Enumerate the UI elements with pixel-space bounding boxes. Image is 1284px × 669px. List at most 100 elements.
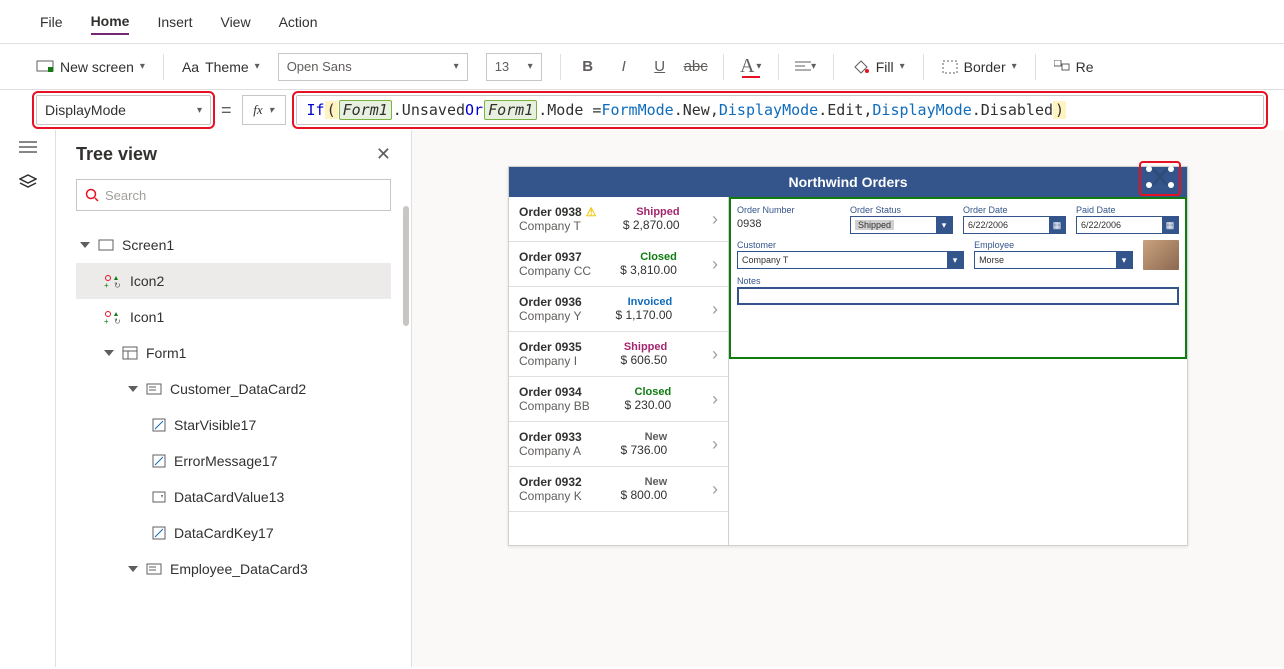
order-row[interactable]: Order 0934Company BBClosed$ 230.00›: [509, 377, 728, 422]
menu-file[interactable]: File: [40, 10, 63, 34]
order-row[interactable]: Order 0937Company CCClosed$ 3,810.00›: [509, 242, 728, 287]
chevron-down-icon: ▾: [528, 61, 533, 72]
menu-view[interactable]: View: [220, 10, 250, 34]
customer-select[interactable]: Company T▾: [737, 251, 964, 269]
chevron-down-icon: ▾: [454, 61, 459, 72]
separator: [778, 54, 779, 80]
screen-icon: [36, 60, 54, 74]
caret-icon: [104, 350, 114, 356]
tree-item-datacardvalue[interactable]: DataCardValue13: [76, 479, 391, 515]
svg-text:+: +: [104, 317, 109, 324]
tree-item-starvisible[interactable]: StarVisible17: [76, 407, 391, 443]
tree-item-form1[interactable]: Form1: [76, 335, 391, 371]
tree-item-errormessage[interactable]: ErrorMessage17: [76, 443, 391, 479]
caret-icon: [128, 566, 138, 572]
chevron-right-icon: ›: [712, 389, 718, 410]
order-amount: $ 800.00: [621, 488, 668, 502]
chevron-down-icon: ▾: [936, 216, 952, 234]
paid-date-input[interactable]: 6/22/2006▦: [1076, 216, 1179, 234]
menu-action[interactable]: Action: [279, 10, 318, 34]
font-select[interactable]: Open Sans ▾: [278, 53, 468, 81]
reorder-label: Re: [1076, 59, 1094, 75]
tree-search-input[interactable]: Search: [76, 179, 391, 211]
chevron-down-icon: ▾: [255, 61, 260, 72]
layers-icon[interactable]: [19, 174, 37, 190]
datacard-icon: [146, 383, 162, 395]
tree-view-panel: Tree view ✕ Search Screen1 +↻Icon2 +↻Ico…: [56, 130, 412, 667]
icon-group-icon: +↻: [104, 310, 122, 324]
order-amount: $ 3,810.00: [620, 263, 677, 277]
employee-select[interactable]: Morse▾: [974, 251, 1133, 269]
tree-item-icon1[interactable]: +↻Icon1: [76, 299, 391, 335]
field-order-status: Order StatusShipped▾: [850, 205, 953, 234]
order-row[interactable]: Order 0935Company IShipped$ 606.50›: [509, 332, 728, 377]
label-icon: [152, 454, 166, 468]
main-area: Tree view ✕ Search Screen1 +↻Icon2 +↻Ico…: [0, 130, 1284, 667]
order-row[interactable]: Order 0938⚠Company TShipped$ 2,870.00›: [509, 197, 728, 242]
dropdown-icon: [152, 491, 166, 503]
order-company: Company Y: [519, 309, 582, 323]
datacard-icon: [146, 563, 162, 575]
align-button[interactable]: ▾: [797, 58, 815, 76]
token-form-ref: Form1: [339, 100, 392, 120]
property-selector[interactable]: DisplayMode ▾: [36, 95, 211, 125]
font-size-select[interactable]: 13 ▾: [486, 53, 542, 81]
order-date-input[interactable]: 6/22/2006▦: [963, 216, 1066, 234]
order-number-value: 0938: [737, 216, 840, 232]
order-amount: $ 2,870.00: [623, 218, 680, 232]
left-rail: [0, 130, 56, 667]
menu-insert[interactable]: Insert: [157, 10, 192, 34]
order-status-select[interactable]: Shipped▾: [850, 216, 953, 234]
order-row[interactable]: Order 0932Company KNew$ 800.00›: [509, 467, 728, 512]
order-id: Order 0937: [519, 250, 582, 264]
tree-item-icon2[interactable]: +↻Icon2: [76, 263, 391, 299]
font-name: Open Sans: [287, 59, 352, 74]
search-icon: [85, 188, 99, 202]
fill-button[interactable]: Fill ▾: [852, 59, 905, 75]
order-row[interactable]: Order 0933Company ANew$ 736.00›: [509, 422, 728, 467]
tree-item-screen1[interactable]: Screen1: [76, 227, 391, 263]
chevron-down-icon: ▾: [900, 61, 905, 72]
fill-label: Fill: [876, 59, 894, 75]
app-body: Order 0938⚠Company TShipped$ 2,870.00›Or…: [509, 197, 1187, 545]
order-id: Order 0935: [519, 340, 582, 354]
menu-home[interactable]: Home: [91, 9, 130, 35]
order-company: Company A: [519, 444, 582, 458]
strike-button[interactable]: abc: [687, 58, 705, 76]
theme-label: Theme: [205, 59, 249, 75]
font-color-button[interactable]: A▾: [742, 58, 760, 76]
order-row[interactable]: Order 0936Company YInvoiced$ 1,170.00›: [509, 287, 728, 332]
order-status: Shipped: [624, 341, 667, 353]
new-screen-button[interactable]: New screen ▾: [36, 59, 145, 75]
cancel-icon[interactable]: [1145, 165, 1175, 189]
form-icon: [122, 346, 138, 360]
italic-button[interactable]: I: [615, 58, 633, 76]
selected-icon-handles[interactable]: [1141, 163, 1179, 194]
order-id: Order 0934: [519, 385, 582, 399]
close-tree-button[interactable]: ✕: [376, 144, 391, 165]
tree-item-employee-datacard[interactable]: Employee_DataCard3: [76, 551, 391, 587]
border-button[interactable]: Border ▾: [942, 59, 1017, 75]
fx-button[interactable]: fx▾: [242, 95, 286, 125]
hamburger-icon[interactable]: [19, 140, 37, 154]
reorder-button[interactable]: Re: [1054, 59, 1094, 75]
theme-button[interactable]: Aa Theme ▾: [182, 59, 260, 75]
tree-item-customer-datacard[interactable]: Customer_DataCard2: [76, 371, 391, 407]
token-or: Or: [465, 101, 483, 119]
order-status: Closed: [635, 386, 672, 398]
field-customer: CustomerCompany T▾: [737, 240, 964, 270]
tree-item-datacardkey[interactable]: DataCardKey17: [76, 515, 391, 551]
notes-input[interactable]: [737, 287, 1179, 305]
formula-input[interactable]: If( Form1.Unsaved Or Form1.Mode = FormMo…: [296, 95, 1264, 125]
border-icon: [942, 60, 958, 74]
order-id: Order 0936: [519, 295, 582, 309]
property-name: DisplayMode: [45, 102, 126, 118]
scrollbar-thumb[interactable]: [403, 206, 409, 326]
bold-button[interactable]: B: [579, 58, 597, 76]
order-status: Shipped: [636, 206, 679, 218]
order-id: Order 0933: [519, 430, 582, 444]
underline-button[interactable]: U: [651, 58, 669, 76]
chevron-right-icon: ›: [712, 434, 718, 455]
order-list[interactable]: Order 0938⚠Company TShipped$ 2,870.00›Or…: [509, 197, 729, 545]
fill-icon: [852, 59, 870, 75]
